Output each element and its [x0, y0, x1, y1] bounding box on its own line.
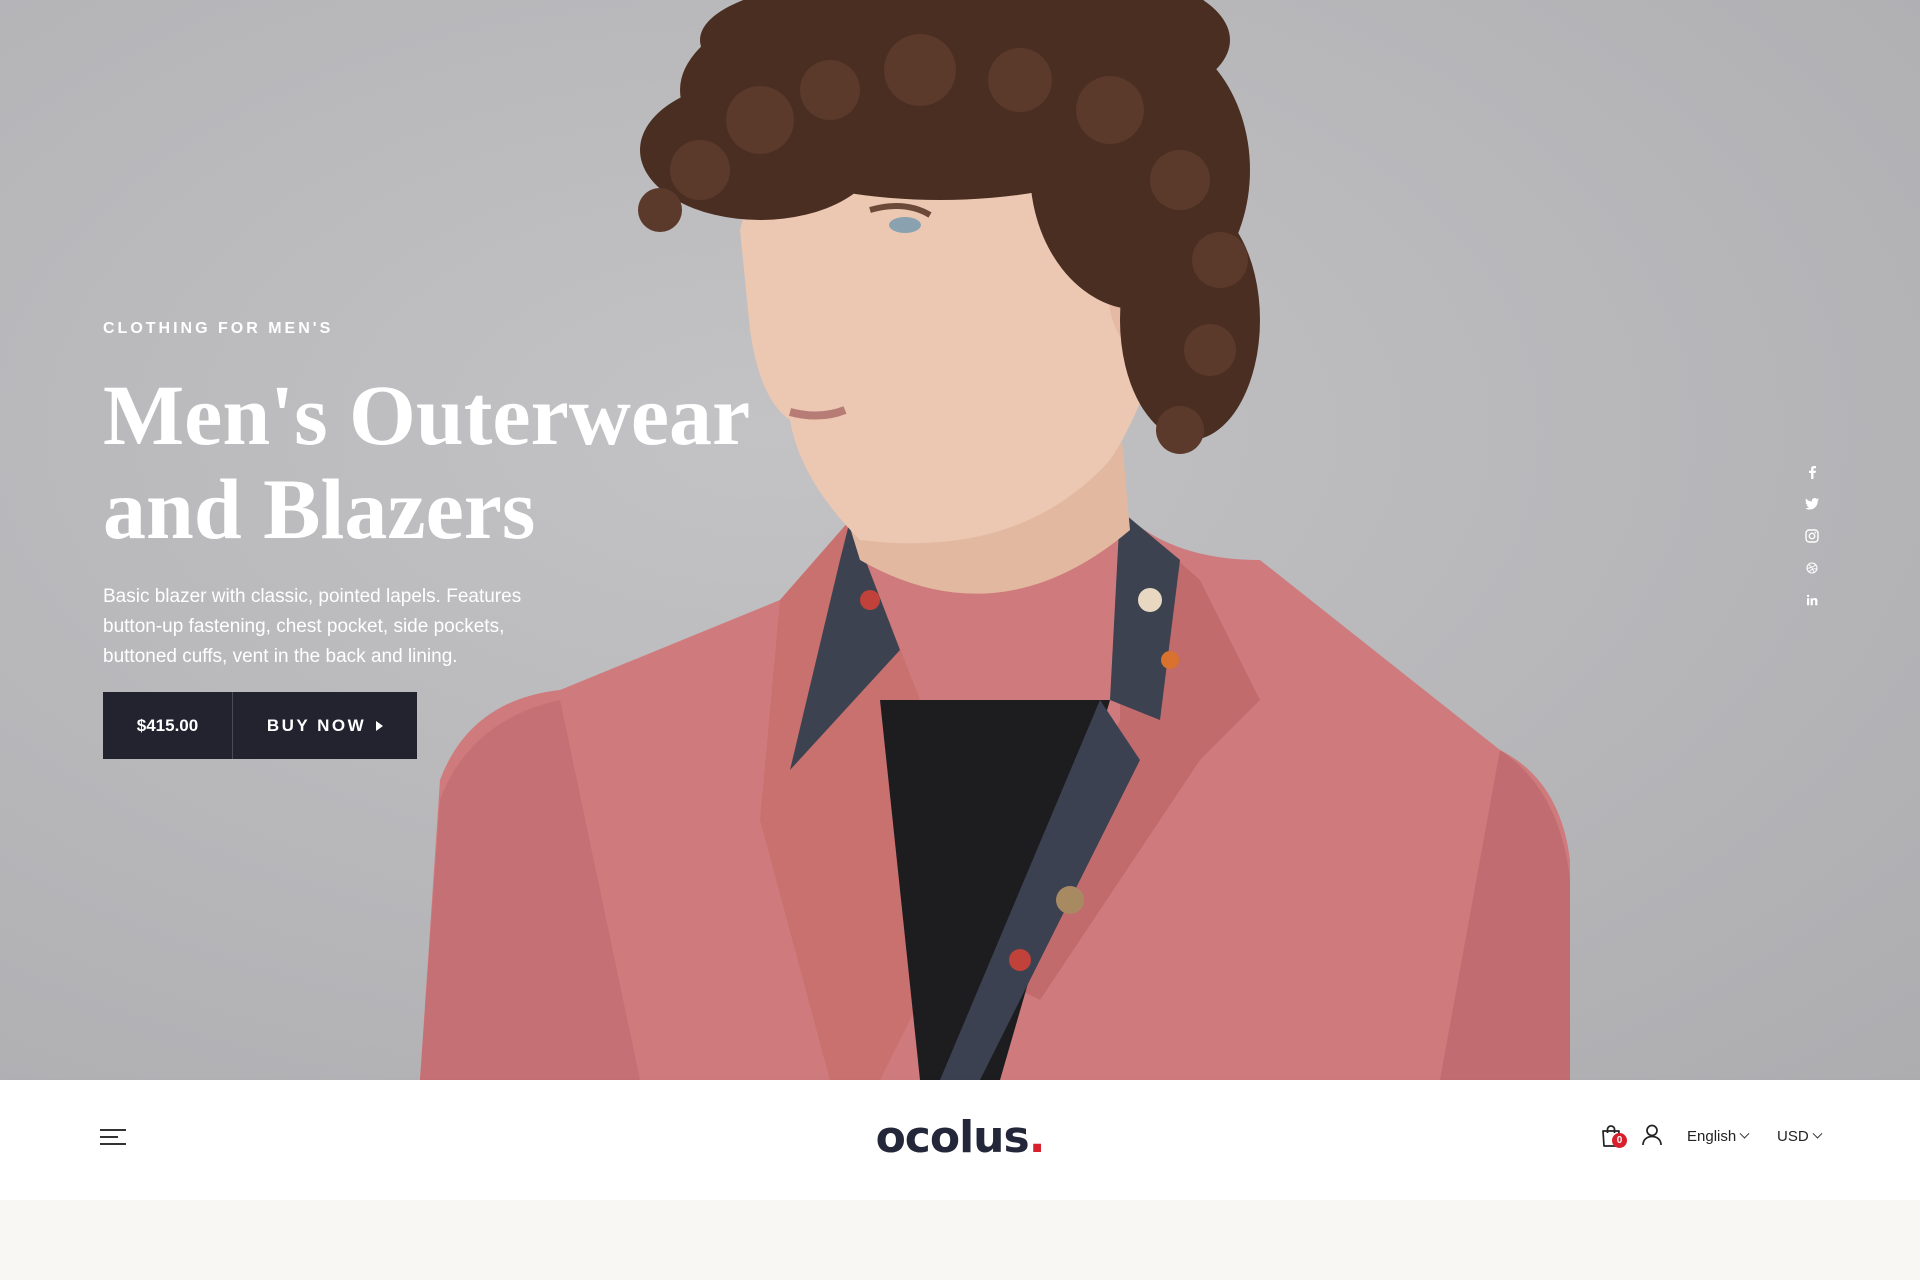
currency-selector[interactable]: USD [1777, 1128, 1823, 1145]
buy-now-button[interactable]: BUY NOW [233, 692, 417, 759]
social-links [1803, 464, 1821, 608]
dribbble-icon[interactable] [1804, 560, 1820, 576]
hero-headline: Men's Outerwear and Blazers [103, 368, 823, 556]
site-logo: ocolus. [0, 1112, 1920, 1163]
hero-eyebrow: CLOTHING FOR MEN'S [103, 320, 334, 337]
hero-banner: CLOTHING FOR MEN'S Men's Outerwear and B… [0, 0, 1920, 1080]
logo-wordmark[interactable]: ocolus [876, 1112, 1030, 1163]
linkedin-icon[interactable] [1804, 592, 1820, 608]
buy-now-label: BUY NOW [266, 715, 367, 735]
facebook-icon[interactable] [1804, 464, 1820, 480]
hamburger-menu-icon[interactable] [100, 1128, 126, 1148]
content-area [0, 1200, 1920, 1280]
chevron-down-icon [1739, 1128, 1750, 1139]
play-arrow-icon [376, 720, 384, 731]
logo-dot: . [1028, 1112, 1046, 1163]
user-account-icon[interactable] [1641, 1123, 1665, 1147]
chevron-down-icon [1812, 1128, 1823, 1139]
hero-headline-line-1: Men's Outerwear [103, 367, 751, 463]
language-value: English [1687, 1128, 1737, 1145]
hero-description: Basic blazer with classic, pointed lapel… [103, 586, 522, 667]
language-selector[interactable]: English [1687, 1128, 1750, 1145]
site-header: ocolus. 0 English USD [0, 1080, 1920, 1200]
hero-headline-line-2: and Blazers [103, 461, 536, 557]
instagram-icon[interactable] [1804, 528, 1820, 544]
hero-copy: CLOTHING FOR MEN'S Men's Outerwear and B… [103, 320, 823, 672]
hero-cta: $415.00 BUY NOW [103, 692, 417, 759]
currency-value: USD [1777, 1128, 1809, 1145]
cart-count-badge: 0 [1612, 1133, 1627, 1148]
twitter-icon[interactable] [1804, 496, 1820, 512]
price-tag: $415.00 [103, 692, 233, 759]
